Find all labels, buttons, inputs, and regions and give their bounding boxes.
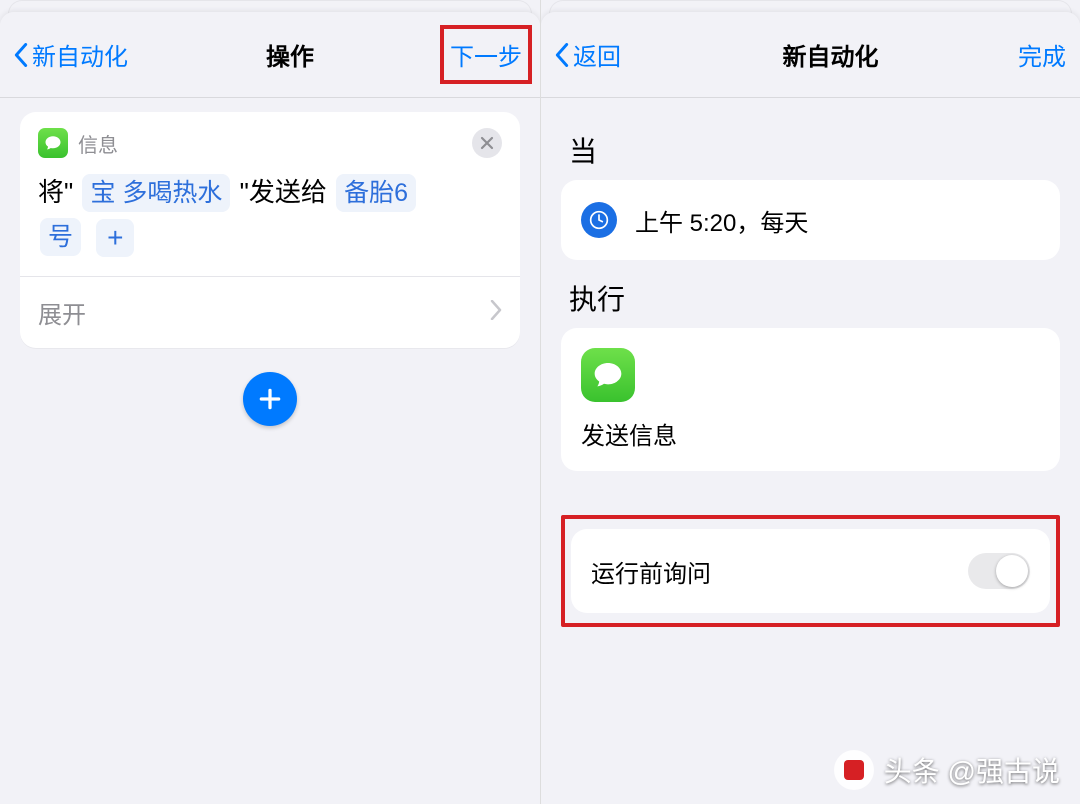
expand-row[interactable]: 展开 [20,276,520,348]
nav-title: 新自动化 [705,37,956,72]
ask-before-run-label: 运行前询问 [591,554,711,589]
nav-back-label: 新自动化 [32,37,128,72]
nav-bar: 返回 新自动化 完成 [541,12,1080,98]
content-area: 当 上午 5:20，每天 执行 发送信息 运行前询问 [541,98,1080,641]
when-section-label: 当 [561,112,1060,180]
send-prefix: 将" [38,177,73,207]
trigger-card[interactable]: 上午 5:20，每天 [561,180,1060,260]
watermark-text: 头条 @强古说 [884,750,1060,790]
recipient-token-1[interactable]: 备胎6 [336,174,416,212]
nav-done-button[interactable]: 完成 [956,37,1066,72]
nav-bar: 新自动化 操作 下一步 [0,12,540,98]
add-recipient-button[interactable]: + [96,219,134,257]
ask-before-run-row: 运行前询问 [571,529,1050,613]
chevron-right-icon [490,299,502,327]
nav-next-label: 下一步 [446,31,526,78]
nav-next-button[interactable]: 下一步 [416,31,526,78]
action-app-row: 信息 [38,128,118,158]
do-section-label: 执行 [561,260,1060,328]
ask-before-run-toggle[interactable] [968,553,1030,589]
nav-back-button[interactable]: 返回 [555,37,705,72]
action-sentence: 将" 宝 多喝热水 "发送给 备胎6 号 + [20,164,520,276]
trigger-time-text: 上午 5:20，每天 [635,203,808,238]
action-card-header: 信息 [20,112,520,164]
ask-before-run-highlight: 运行前询问 [561,515,1060,627]
plus-icon [257,386,283,412]
action-card: 信息 将" 宝 多喝热水 "发送给 备胎6 号 + 展开 [20,112,520,348]
watermark-logo-icon [834,750,874,790]
chevron-left-icon [14,43,28,67]
nav-title: 操作 [164,37,416,72]
action-summary-card[interactable]: 发送信息 [561,328,1060,471]
messages-app-icon [581,348,635,402]
nav-back-label: 返回 [573,37,621,72]
modal-sheet: 新自动化 操作 下一步 信息 [0,12,540,804]
modal-sheet: 返回 新自动化 完成 当 上午 5:20，每天 执行 发送信息 [541,12,1080,804]
action-app-name: 信息 [78,129,118,158]
clock-icon [581,202,617,238]
nav-back-button[interactable]: 新自动化 [14,37,164,72]
chevron-left-icon [555,43,569,67]
watermark: 头条 @强古说 [834,750,1060,790]
nav-done-label: 完成 [1018,44,1066,71]
left-screen: 新自动化 操作 下一步 信息 [0,0,540,804]
remove-action-button[interactable] [472,128,502,158]
messages-app-icon [38,128,68,158]
right-screen: 返回 新自动化 完成 当 上午 5:20，每天 执行 发送信息 [540,0,1080,804]
send-mid: "发送给 [240,177,327,207]
close-icon [480,136,494,150]
action-summary-text: 发送信息 [581,416,1040,451]
content-area: 信息 将" 宝 多喝热水 "发送给 备胎6 号 + 展开 [0,98,540,440]
expand-label: 展开 [38,295,86,330]
message-token[interactable]: 宝 多喝热水 [82,174,230,212]
add-action-button[interactable] [243,372,297,426]
recipient-token-2[interactable]: 号 [40,218,81,256]
